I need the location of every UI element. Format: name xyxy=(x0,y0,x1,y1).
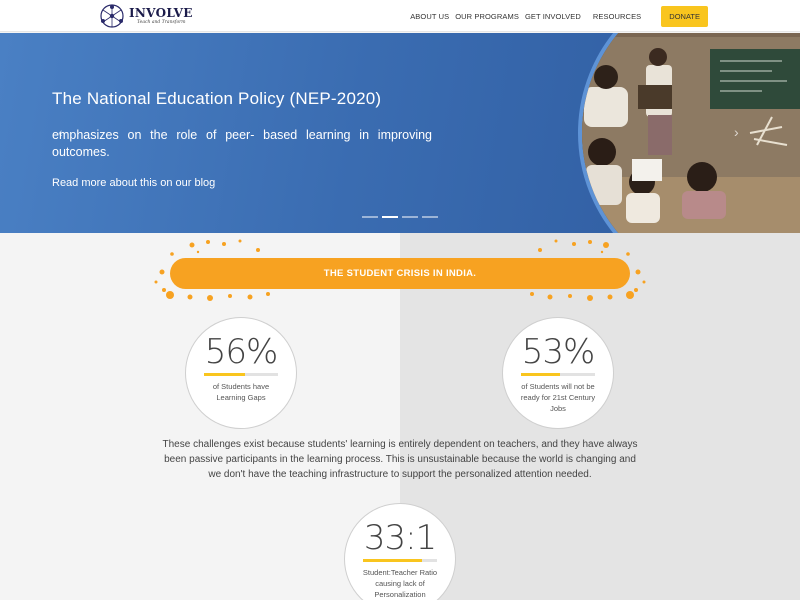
stat-label: of Students have Learning Gaps xyxy=(212,382,270,402)
donate-button[interactable]: DONATE xyxy=(661,5,708,27)
chevron-right-icon[interactable]: › xyxy=(734,125,744,139)
hero-carousel: The National Education Policy (NEP-2020)… xyxy=(0,33,800,233)
logo[interactable]: INVOLVE Teach and Transform xyxy=(98,2,193,30)
hero-title: The National Education Policy (NEP-2020) xyxy=(52,89,382,108)
nav-get-involved[interactable]: GET INVOLVED xyxy=(525,12,581,21)
classroom-photo-art xyxy=(582,33,800,233)
stat-learning-gaps: 56% of Students have Learning Gaps xyxy=(185,317,297,429)
blog-link[interactable]: Read more about this on our blog xyxy=(52,177,215,189)
stat-progress-bar xyxy=(204,373,278,376)
carousel-indicators xyxy=(362,216,442,218)
stat-progress-fill xyxy=(363,559,423,562)
logo-icon xyxy=(100,4,124,28)
main-nav: ABOUT US OUR PROGRAMS GET INVOLVED RESOU… xyxy=(404,0,708,32)
site-header: INVOLVE Teach and Transform ABOUT US OUR… xyxy=(0,0,800,32)
hero-body: emphasizes on the role of peer- based le… xyxy=(52,128,432,159)
carousel-indicator[interactable] xyxy=(402,216,418,218)
stat-progress-bar xyxy=(521,373,595,376)
logo-tagline: Teach and Transform xyxy=(137,19,186,25)
stat-label: of Students will not be ready for 21st C… xyxy=(520,382,596,413)
nav-our-programs[interactable]: OUR PROGRAMS xyxy=(455,12,519,21)
carousel-indicator[interactable] xyxy=(362,216,378,218)
stat-future-jobs: 53% of Students will not be ready for 21… xyxy=(502,317,614,429)
stat-label: Student:Teacher Ratio causing lack of Pe… xyxy=(362,568,438,599)
stat-progress-bar xyxy=(363,559,437,562)
stat-value: 53% xyxy=(521,332,596,372)
stat-progress-fill xyxy=(204,373,246,376)
carousel-indicator[interactable] xyxy=(422,216,438,218)
nav-resources[interactable]: RESOURCES xyxy=(593,12,641,21)
logo-name: INVOLVE xyxy=(129,5,193,20)
stat-progress-fill xyxy=(521,373,561,376)
crisis-explanation: These challenges exist because students'… xyxy=(162,439,638,480)
stat-value: 33:1 xyxy=(363,518,437,558)
section-banner: THE STUDENT CRISIS IN INDIA. xyxy=(170,258,630,289)
nav-about-us[interactable]: ABOUT US xyxy=(410,12,449,21)
stat-value: 56% xyxy=(204,332,279,372)
carousel-indicator-active[interactable] xyxy=(382,216,398,218)
classroom-photo xyxy=(578,33,800,233)
chevron-left-icon[interactable]: ‹ xyxy=(58,125,68,139)
